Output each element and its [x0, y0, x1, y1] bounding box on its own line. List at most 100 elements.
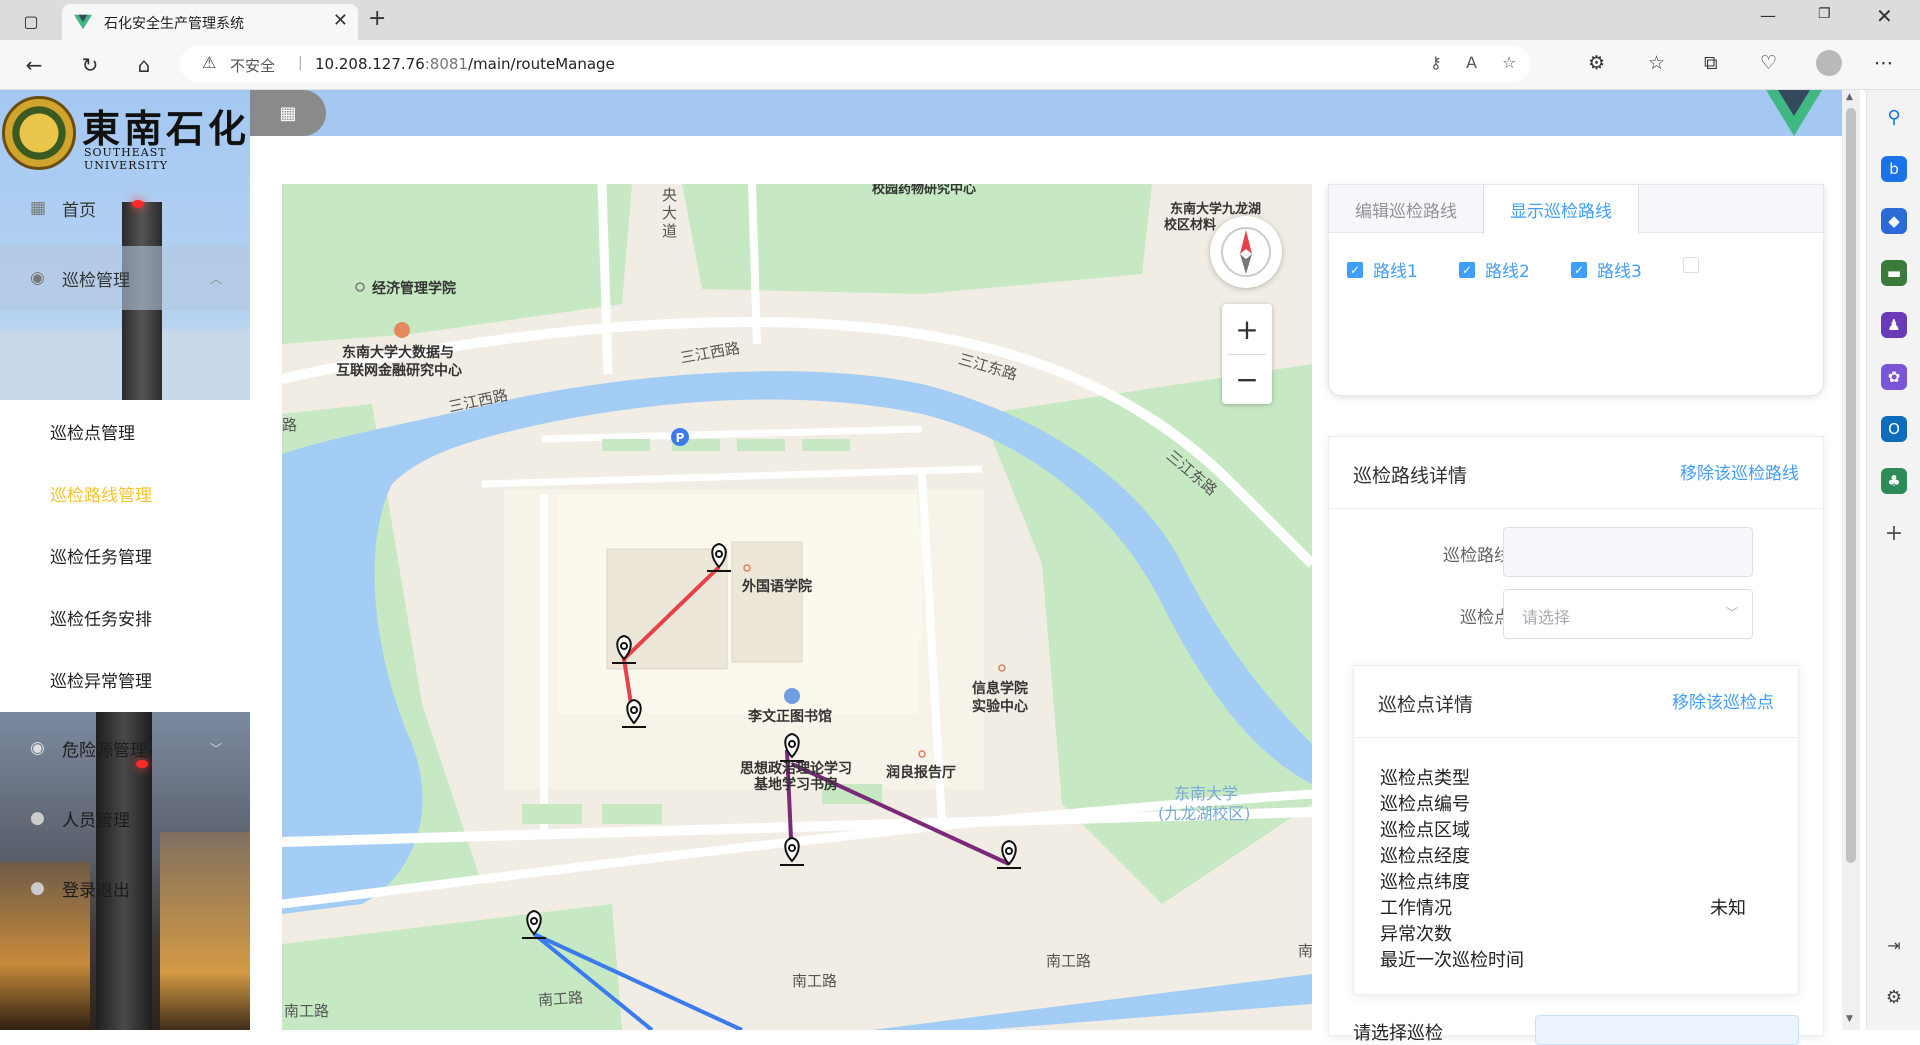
map-label-top-right-2: 校区材料: [1164, 218, 1217, 233]
m365-icon[interactable]: ✿: [1881, 364, 1907, 390]
close-window-icon[interactable]: ✕: [1876, 4, 1893, 28]
more-menu-icon[interactable]: ⋯: [1874, 52, 1893, 74]
vue-logo-icon: [1766, 90, 1822, 136]
new-tab-icon[interactable]: +: [368, 6, 386, 31]
point-row-last-inspection: 最近一次巡检时间: [1380, 950, 1524, 971]
select-route-box[interactable]: [1535, 1015, 1799, 1045]
menu-exception-manage[interactable]: 巡检异常管理: [0, 648, 250, 710]
map-label-library: 李文正图书馆: [748, 709, 832, 725]
extensions-icon[interactable]: ⚙: [1588, 52, 1605, 74]
scroll-down-icon[interactable]: ▼: [1846, 1014, 1853, 1024]
menu-point-manage[interactable]: 巡检点管理: [0, 400, 250, 462]
close-tab-icon[interactable]: ✕: [333, 10, 348, 31]
collections-icon[interactable]: ⧉: [1704, 52, 1718, 74]
route-2-label: 路线2: [1485, 262, 1530, 282]
warning-icon: ⚠: [202, 53, 217, 72]
browser-tab[interactable]: 石化安全生产管理系统 ✕: [62, 4, 358, 40]
maximize-icon[interactable]: ❐: [1818, 6, 1831, 22]
route-name-input[interactable]: [1503, 527, 1753, 577]
point-row-longitude: 巡检点经度: [1380, 846, 1470, 867]
grid-icon: ▦: [30, 198, 47, 218]
shopping-tag-icon[interactable]: ◆: [1881, 208, 1907, 234]
favorites-icon[interactable]: ☆: [1648, 52, 1665, 74]
refresh-icon[interactable]: ↻: [74, 50, 106, 80]
map-label-bigdata-1: 东南大学大数据与: [342, 345, 454, 361]
route-tabs: 编辑巡检路线 显示巡检路线: [1329, 185, 1823, 234]
tools-icon[interactable]: ▬: [1881, 260, 1907, 286]
tab-edit-route[interactable]: 编辑巡检路线: [1329, 185, 1483, 233]
favorite-add-icon[interactable]: ☆: [1502, 53, 1516, 72]
grid-icon: ▦: [279, 102, 297, 124]
browser-essentials-icon[interactable]: ♡: [1760, 52, 1777, 74]
map-label-nangong-3: 南工路: [537, 988, 584, 1010]
menu-personnel[interactable]: ● 人员管理: [0, 786, 250, 850]
scroll-up-icon[interactable]: ▲: [1846, 92, 1853, 102]
point-row-exception-count: 异常次数: [1380, 924, 1452, 945]
address-bar[interactable]: ⚠ 不安全 | 10.208.127.76:8081/main/routeMan…: [180, 45, 1530, 83]
brand-name-cn: 東南石化: [82, 106, 250, 151]
settings-icon[interactable]: ⚙: [1881, 984, 1907, 1010]
app-header: ▦: [250, 90, 1842, 136]
route-2-checkbox[interactable]: ✓ 路线2: [1459, 257, 1530, 282]
route-4-checkbox[interactable]: [1683, 257, 1709, 273]
insecure-label: 不安全: [230, 57, 276, 75]
search-icon[interactable]: ⚲: [1881, 104, 1907, 130]
checkbox-unchecked-icon: [1683, 257, 1699, 273]
campus-map[interactable]: P 经济管理学院 东南大学大数据与 互联网金融研究中心 三江西路 三江西路 三江…: [282, 184, 1312, 1030]
vue-favicon-icon: [74, 14, 92, 30]
tab-title: 石化安全生产管理系统: [104, 16, 244, 32]
menu-task-manage[interactable]: 巡检任务管理: [0, 524, 250, 586]
back-icon[interactable]: ←: [18, 50, 50, 80]
route-detail-title: 巡检路线详情: [1353, 465, 1468, 487]
tab-show-route[interactable]: 显示巡检路线: [1483, 185, 1639, 234]
point-work-status-value: 未知: [1710, 898, 1746, 919]
remove-route-link[interactable]: 移除该巡检路线: [1680, 459, 1799, 484]
profile-avatar[interactable]: [1816, 50, 1842, 76]
menu-inspection-label: 巡检管理: [62, 270, 130, 291]
zoom-out-button[interactable]: −: [1222, 354, 1272, 404]
map-label-ideo-2: 基地学习书房: [754, 777, 838, 793]
route-3-checkbox[interactable]: ✓ 路线3: [1571, 257, 1642, 282]
route-3-label: 路线3: [1597, 262, 1642, 282]
read-aloud-icon[interactable]: A: [1466, 53, 1477, 72]
map-label-info-1: 信息学院: [972, 681, 1028, 697]
menu-home[interactable]: ▦ 首页: [0, 176, 250, 240]
chevron-up-icon: ︿: [209, 271, 222, 286]
menu-task-schedule[interactable]: 巡检任务安排: [0, 586, 250, 648]
map-label-south-right: 南: [1298, 942, 1312, 960]
sidebar: 東南石化 SOUTHEAST UNIVERSITY ▦ 首页 ◉ 巡检管理 ︿ …: [0, 90, 250, 1030]
route-1-checkbox[interactable]: ✓ 路线1: [1347, 257, 1418, 282]
remove-point-link[interactable]: 移除该巡检点: [1672, 688, 1774, 713]
games-icon[interactable]: ♟: [1881, 312, 1907, 338]
route-1-label: 路线1: [1373, 262, 1418, 282]
point-row-type: 巡检点类型: [1380, 768, 1470, 789]
scroll-thumb[interactable]: [1846, 108, 1856, 863]
hide-sidebar-icon[interactable]: ⇥: [1881, 932, 1907, 958]
menu-logout[interactable]: ● 登录退出: [0, 856, 250, 920]
tree-icon[interactable]: ♣: [1881, 468, 1907, 494]
key-icon[interactable]: ⚷: [1430, 53, 1442, 72]
menu-home-label: 首页: [62, 200, 96, 221]
chevron-down-icon: ﹀: [1725, 606, 1738, 620]
svg-text:P: P: [676, 431, 685, 445]
menu-personnel-label: 人员管理: [62, 810, 130, 831]
page-scrollbar[interactable]: ▲ ▼: [1842, 90, 1860, 1030]
menu-route-manage[interactable]: 巡检路线管理: [0, 462, 250, 524]
point-row-latitude: 巡检点纬度: [1380, 872, 1470, 893]
point-row-id: 巡检点编号: [1380, 794, 1470, 815]
compass-control[interactable]: [1210, 216, 1282, 288]
zoom-in-button[interactable]: +: [1222, 304, 1272, 354]
route-detail-card: 巡检路线详情 移除该巡检路线 巡检路线名称 巡检点编号 请选择 ﹀ 巡检点详情 …: [1328, 436, 1824, 1045]
point-id-select[interactable]: 请选择 ﹀: [1503, 589, 1753, 639]
menu-hazard[interactable]: ◉ 危险源管理 ﹀: [0, 716, 250, 780]
tab-actions-icon[interactable]: ▢: [16, 6, 46, 36]
home-icon[interactable]: ⌂: [128, 50, 160, 80]
route-tabs-card: 编辑巡检路线 显示巡检路线 ✓ 路线1 ✓ 路线2 ✓ 路线3: [1328, 184, 1824, 396]
collapse-menu-button[interactable]: ▦: [250, 90, 326, 136]
outlook-icon[interactable]: O: [1881, 416, 1907, 442]
minimize-icon[interactable]: —: [1760, 6, 1776, 25]
point-id-placeholder: 请选择: [1522, 608, 1571, 627]
bing-copilot-icon[interactable]: b: [1881, 156, 1907, 182]
add-icon[interactable]: +: [1881, 520, 1907, 546]
menu-inspection[interactable]: ◉ 巡检管理 ︿: [0, 246, 250, 310]
